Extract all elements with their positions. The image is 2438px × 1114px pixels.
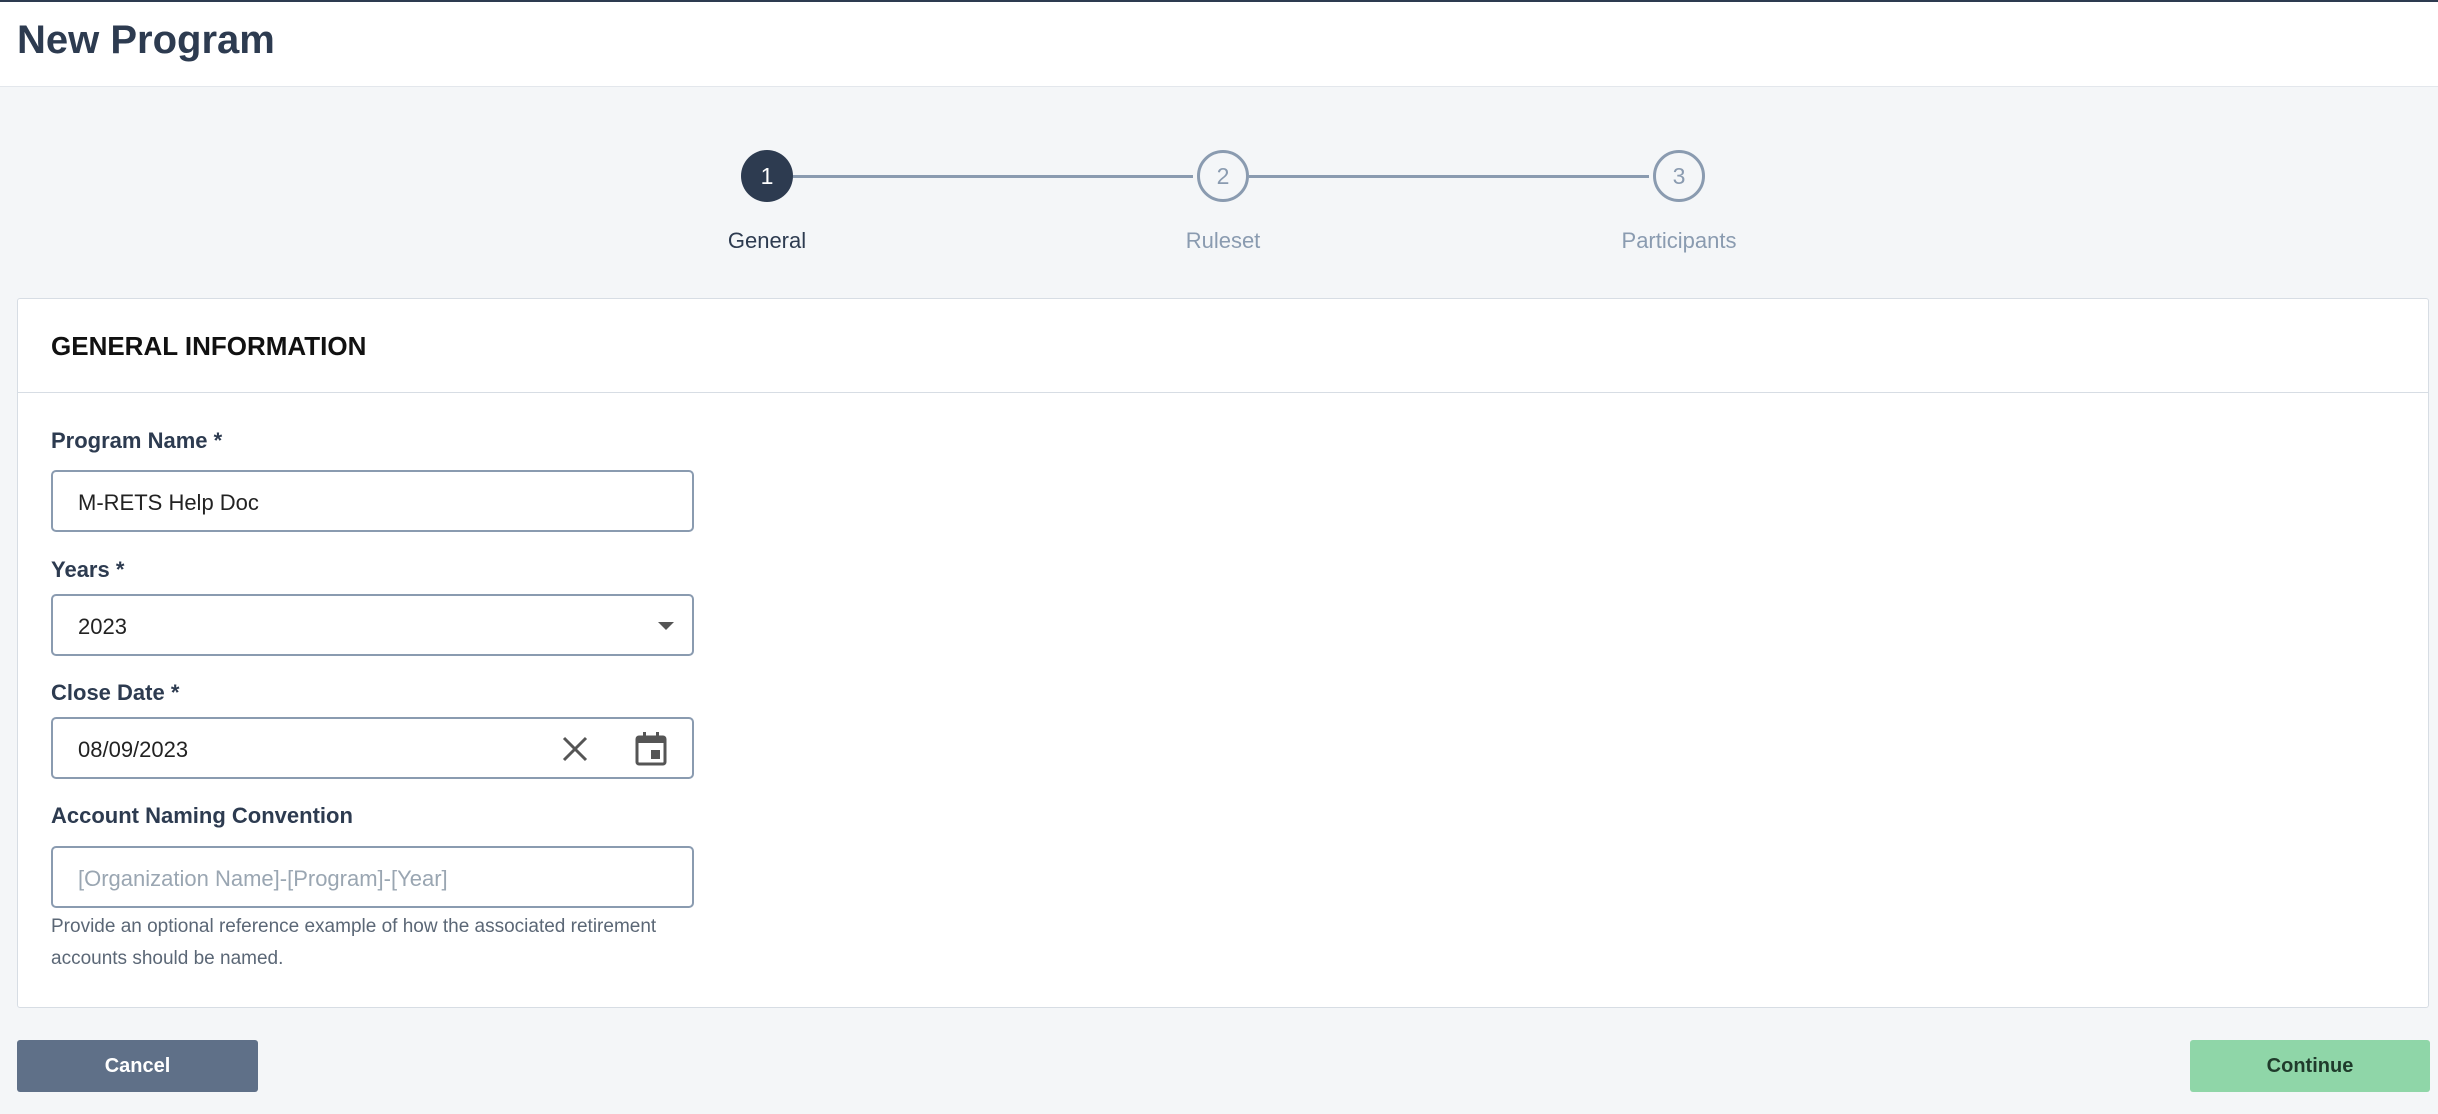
- years-value: 2023: [78, 614, 127, 639]
- general-information-card: GENERAL INFORMATION Program Name * M-RET…: [17, 298, 2429, 1008]
- step-1-circle[interactable]: 1: [741, 150, 793, 202]
- calendar-icon[interactable]: [635, 732, 667, 766]
- program-name-value: M-RETS Help Doc: [78, 490, 259, 515]
- step-3-label: Participants: [1621, 228, 1737, 253]
- close-date-value: 08/09/2023: [78, 737, 189, 762]
- close-date-input[interactable]: 08/09/2023: [51, 717, 694, 779]
- step-connector-1-2: [793, 175, 1193, 178]
- cancel-button[interactable]: Cancel: [17, 1040, 258, 1092]
- page-title: New Program: [17, 18, 275, 62]
- step-3-circle[interactable]: 3: [1653, 150, 1705, 202]
- program-name-label: Program Name *: [51, 428, 223, 453]
- page-header: New Program: [0, 0, 2438, 87]
- card-title: GENERAL INFORMATION: [51, 331, 367, 361]
- step-1-number: 1: [760, 162, 774, 189]
- close-icon[interactable]: [560, 734, 590, 764]
- continue-button[interactable]: Continue: [2190, 1040, 2430, 1092]
- step-2-number: 2: [1216, 162, 1230, 189]
- close-date-label: Close Date *: [51, 680, 180, 705]
- naming-convention-helper: Provide an optional reference example of…: [51, 916, 657, 969]
- naming-convention-input[interactable]: [Organization Name]-[Program]-[Year]: [51, 846, 694, 908]
- step-3-number: 3: [1672, 162, 1686, 189]
- step-2-label: Ruleset: [1185, 228, 1261, 253]
- step-connector-2-3: [1249, 175, 1649, 178]
- card-header: GENERAL INFORMATION: [18, 299, 2428, 393]
- step-1-label: General: [727, 228, 807, 253]
- years-label: Years *: [51, 557, 125, 582]
- naming-convention-label: Account Naming Convention: [51, 803, 353, 828]
- step-2-circle[interactable]: 2: [1197, 150, 1249, 202]
- years-select[interactable]: 2023: [51, 594, 694, 656]
- program-name-input[interactable]: M-RETS Help Doc: [51, 470, 694, 532]
- naming-convention-placeholder: [Organization Name]-[Program]-[Year]: [78, 866, 448, 891]
- chevron-down-icon[interactable]: [658, 622, 674, 630]
